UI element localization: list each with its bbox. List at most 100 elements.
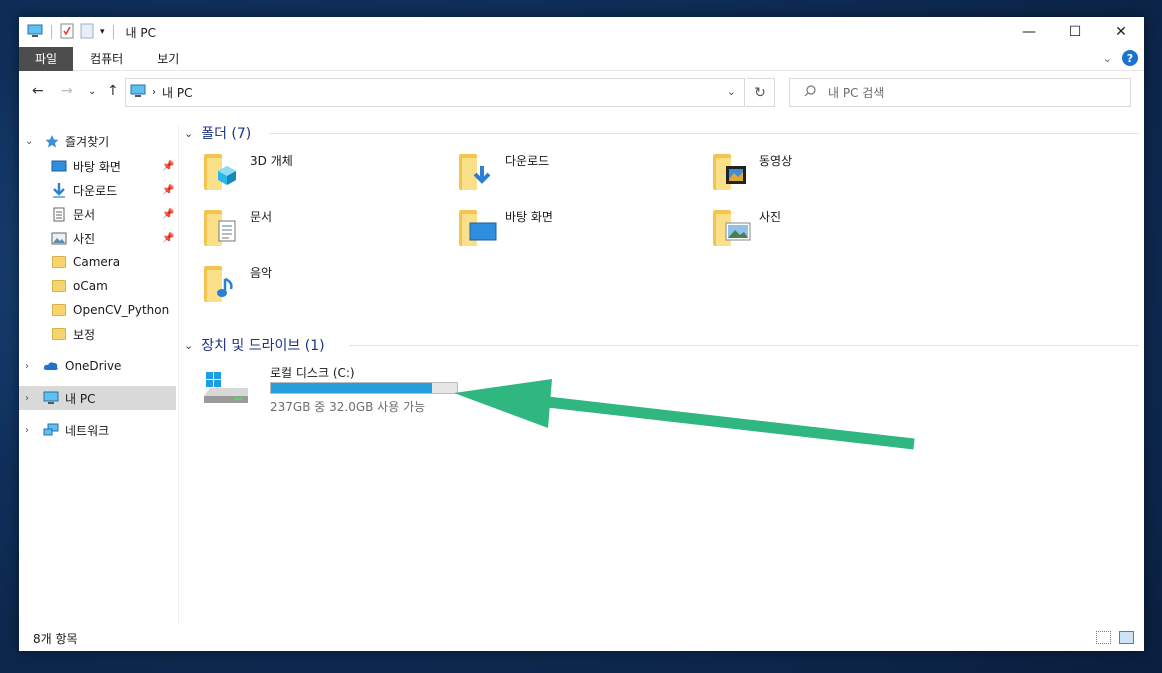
group-title: 장치 및 드라이브 (1)	[201, 338, 325, 354]
document-icon	[51, 206, 67, 222]
folder-name: 동영상	[759, 154, 793, 168]
folder-item-music[interactable]: 음악	[184, 260, 424, 308]
videos-folder-icon	[713, 152, 747, 192]
sidebar-item-quick-access[interactable]: ⌄ 즐겨찾기	[19, 129, 176, 153]
sidebar-item-this-pc[interactable]: › 내 PC	[19, 386, 176, 410]
address-bar[interactable]: › 내 PC ⌄	[125, 78, 745, 107]
chevron-down-icon[interactable]: ⌄	[25, 136, 33, 147]
folder-name: 바탕 화면	[505, 210, 553, 224]
chevron-down-icon[interactable]: ⌄	[184, 339, 193, 352]
folder-name: 음악	[250, 266, 273, 280]
large-icons-view-icon[interactable]	[1119, 631, 1134, 644]
new-folder-icon[interactable]	[80, 23, 94, 42]
recent-locations-icon[interactable]: ⌄	[88, 86, 96, 97]
search-icon	[804, 85, 816, 100]
sidebar-item-camera[interactable]: Camera	[19, 250, 176, 274]
sidebar-label: OpenCV_Python	[73, 303, 170, 317]
pin-icon[interactable]: 📌	[162, 185, 174, 196]
pin-icon[interactable]: 📌	[162, 209, 174, 220]
forward-arrow-icon[interactable]: →	[61, 83, 73, 99]
folder-item-videos[interactable]: 동영상	[693, 148, 933, 196]
drive-usage-fill	[271, 383, 432, 393]
folder-icon	[51, 302, 67, 318]
divider	[112, 25, 114, 39]
music-folder-icon	[204, 264, 238, 304]
navigation-pane: ⌄ 즐겨찾기 바탕 화면 📌 다운로드 📌 문서 📌 사진 📌 Camera o…	[19, 125, 179, 625]
tab-view[interactable]: 보기	[140, 47, 196, 71]
refresh-button[interactable]: ↻	[746, 78, 775, 107]
sidebar-item-documents[interactable]: 문서 📌	[19, 202, 176, 226]
sidebar-item-network[interactable]: › 네트워크	[19, 418, 176, 442]
help-icon[interactable]: ?	[1122, 50, 1138, 66]
cloud-icon	[43, 358, 59, 374]
search-box[interactable]: 내 PC 검색	[789, 78, 1131, 107]
chevron-right-icon[interactable]: ›	[25, 425, 29, 436]
divider	[269, 133, 1139, 134]
documents-folder-icon	[204, 208, 238, 248]
details-view-icon[interactable]	[1096, 631, 1111, 644]
chevron-down-icon[interactable]: ⌄	[184, 127, 193, 140]
chevron-right-icon[interactable]: ›	[25, 393, 29, 404]
hard-drive-icon	[204, 372, 248, 403]
sidebar-item-correction[interactable]: 보정	[19, 322, 176, 346]
chevron-right-icon[interactable]: ›	[25, 361, 29, 372]
group-title: 폴더 (7)	[201, 126, 252, 142]
address-path[interactable]: 내 PC	[162, 84, 192, 101]
folder-icon	[51, 254, 67, 270]
divider	[349, 345, 1139, 346]
sidebar-label: OneDrive	[65, 359, 122, 373]
folder-name: 3D 개체	[250, 154, 293, 168]
folder-item-pictures[interactable]: 사진	[693, 204, 933, 252]
folder-icon	[51, 326, 67, 342]
chevron-right-icon[interactable]: ›	[152, 87, 156, 98]
sidebar-label: 내 PC	[65, 391, 96, 406]
desktop-folder-icon	[459, 208, 497, 248]
maximize-button[interactable]: ☐	[1052, 17, 1098, 47]
drive-name: 로컬 디스크 (C:)	[270, 366, 355, 380]
sidebar-label: Camera	[73, 255, 121, 269]
sidebar-item-opencv-python[interactable]: OpenCV_Python	[19, 298, 176, 322]
sidebar-label: 네트워크	[65, 423, 110, 438]
computer-icon	[43, 390, 59, 406]
folder-name: 사진	[759, 210, 782, 224]
search-placeholder[interactable]: 내 PC 검색	[828, 84, 884, 101]
folder-item-desktop[interactable]: 바탕 화면	[439, 204, 679, 252]
close-button[interactable]: ✕	[1098, 17, 1144, 47]
properties-icon[interactable]	[60, 23, 74, 42]
status-bar: 8개 항목	[19, 625, 1144, 651]
group-header-folders[interactable]: ⌄ 폴더 (7)	[184, 122, 1139, 144]
pin-icon[interactable]: 📌	[162, 233, 174, 244]
quick-access-toolbar: ▾ 내 PC	[19, 17, 156, 47]
back-arrow-icon[interactable]: ←	[32, 83, 44, 99]
folder-item-downloads[interactable]: 다운로드	[439, 148, 679, 196]
view-toggle	[1096, 631, 1134, 644]
sidebar-item-downloads[interactable]: 다운로드 📌	[19, 178, 176, 202]
navigation-bar: ← → ⌄ ↑ › 내 PC ⌄ ↻ 내 PC 검색	[19, 77, 1144, 107]
star-icon	[44, 133, 60, 149]
file-explorer-window: ▾ 내 PC — ☐ ✕ 파일 컴퓨터 보기 ⌄ ? ← → ⌄ ↑ › 내 P…	[19, 17, 1144, 651]
group-header-devices[interactable]: ⌄ 장치 및 드라이브 (1)	[184, 334, 1139, 356]
minimize-button[interactable]: —	[1006, 17, 1052, 47]
sidebar-item-desktop[interactable]: 바탕 화면 📌	[19, 154, 176, 178]
address-dropdown-icon[interactable]: ⌄	[727, 85, 736, 98]
3d-objects-icon	[204, 152, 238, 192]
content-pane: ⌄ 폴더 (7) 3D 개체 다운로드 동영상 문서 바탕 화면 사진 음악 ⌄…	[184, 120, 1139, 620]
pin-icon[interactable]: 📌	[162, 161, 174, 172]
folder-icon	[51, 278, 67, 294]
tab-computer[interactable]: 컴퓨터	[73, 47, 140, 71]
window-title: 내 PC	[125, 25, 157, 40]
customize-toolbar-icon[interactable]: ▾	[100, 27, 105, 37]
sidebar-item-ocam[interactable]: oCam	[19, 274, 176, 298]
expand-ribbon-icon[interactable]: ⌄	[1103, 52, 1112, 65]
up-arrow-icon[interactable]: ↑	[107, 83, 119, 99]
folder-item-documents[interactable]: 문서	[184, 204, 424, 252]
drive-item-c[interactable]: 로컬 디스크 (C:) 237GB 중 32.0GB 사용 가능	[204, 362, 464, 418]
sidebar-label: 바탕 화면	[73, 159, 121, 174]
divider	[51, 25, 52, 39]
item-count: 8개 항목	[33, 631, 78, 646]
downloads-folder-icon	[459, 152, 493, 192]
folder-item-3d-objects[interactable]: 3D 개체	[184, 148, 424, 196]
sidebar-item-pictures[interactable]: 사진 📌	[19, 226, 176, 250]
tab-file[interactable]: 파일	[19, 46, 74, 71]
sidebar-item-onedrive[interactable]: › OneDrive	[19, 354, 176, 378]
